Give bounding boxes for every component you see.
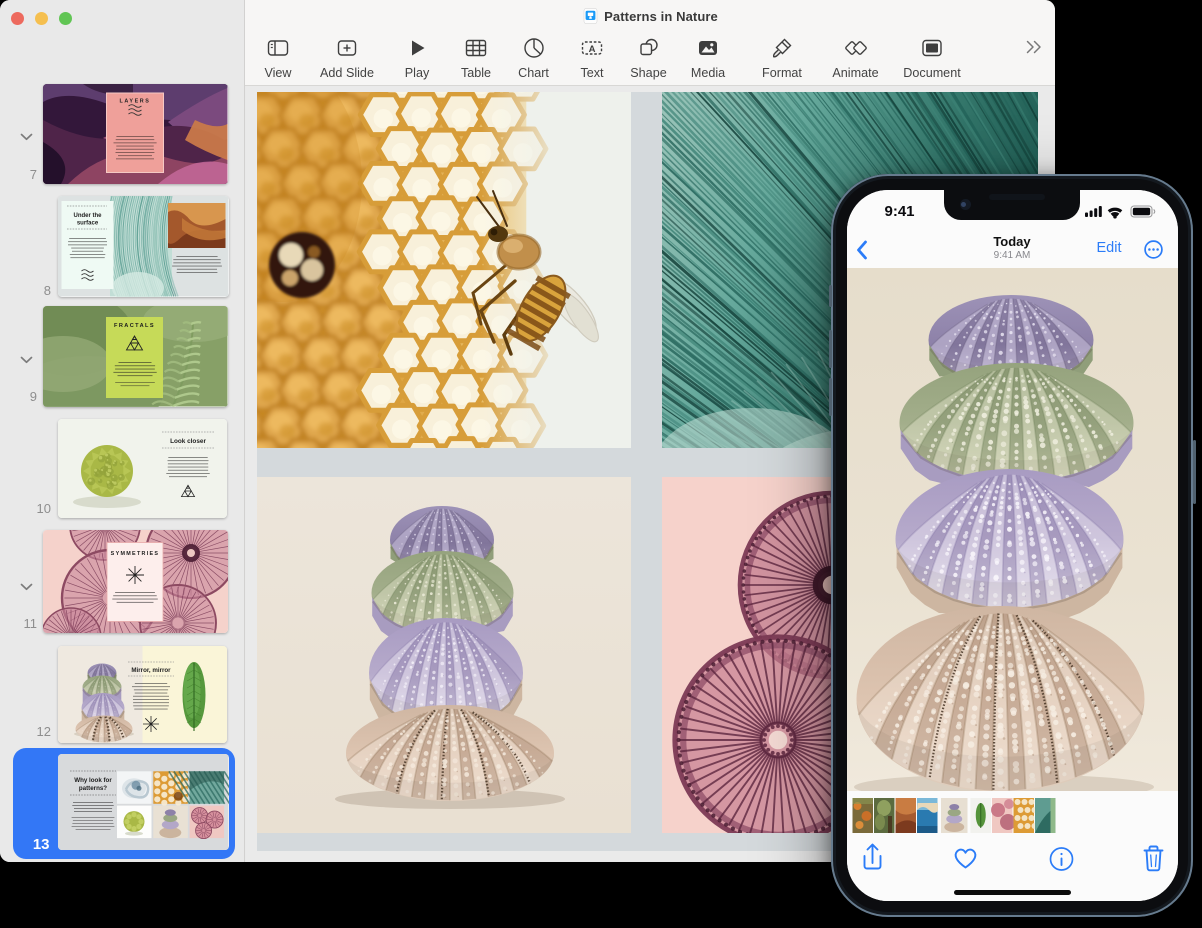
svg-text:Under the: Under the (73, 213, 102, 219)
svg-text:SYMMETRIES: SYMMETRIES (111, 551, 160, 557)
svg-text:surface: surface (77, 221, 99, 227)
svg-text:Look closer: Look closer (170, 438, 206, 445)
svg-text:A: A (589, 44, 596, 55)
svg-text:Mirror, mirror: Mirror, mirror (131, 667, 171, 674)
svg-text:FRACTALS: FRACTALS (114, 323, 155, 329)
svg-text:Why look for: Why look for (74, 777, 112, 784)
svg-text:patterns?: patterns? (79, 785, 107, 792)
svg-text:LAYERS: LAYERS (120, 99, 151, 105)
